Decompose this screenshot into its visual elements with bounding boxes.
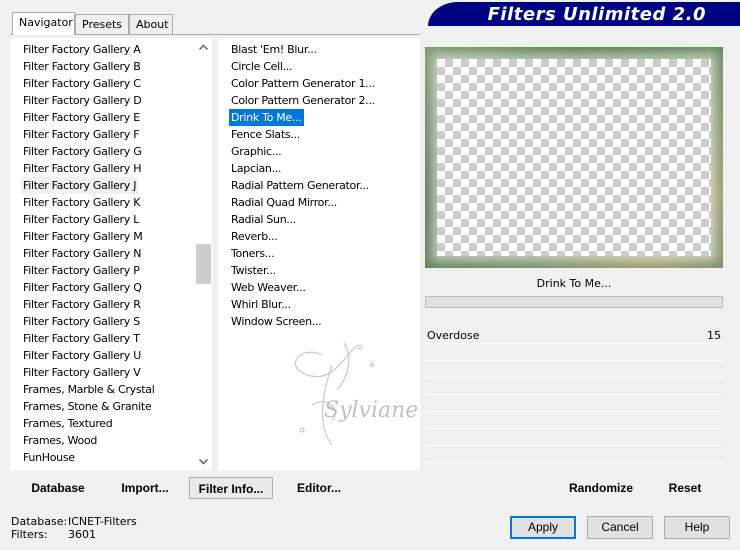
parameter-row-empty (425, 361, 723, 378)
category-item[interactable]: Filter Factory Gallery P (21, 262, 142, 279)
scroll-down-button[interactable] (195, 453, 212, 470)
category-item[interactable]: Frames, Marble & Crystal (21, 381, 156, 398)
editor-button[interactable]: Editor... (288, 477, 350, 499)
tab-presets[interactable]: Presets (75, 14, 129, 34)
parameter-area: Overdose 15 (425, 310, 723, 470)
filter-item[interactable]: Drink To Me... (228, 108, 305, 127)
category-item[interactable]: Filter Factory Gallery S (21, 313, 142, 330)
category-item[interactable]: Filter Factory Gallery L (21, 211, 141, 228)
filters-count: 3601 (68, 528, 96, 541)
category-item[interactable]: Filter Factory Gallery U (21, 347, 143, 364)
filter-item[interactable]: Radial Pattern Generator... (229, 177, 371, 194)
reset-button[interactable]: Reset (658, 477, 712, 499)
chevron-down-icon (199, 458, 208, 465)
category-item[interactable]: Filter Factory Gallery E (21, 109, 142, 126)
category-item[interactable]: Filter Factory Gallery H (21, 160, 143, 177)
category-item[interactable]: Filter Factory Gallery N (21, 245, 143, 262)
filter-item[interactable]: Radial Sun... (229, 211, 298, 228)
filter-item[interactable]: Circle Cell... (229, 58, 294, 75)
filter-item[interactable]: Twister... (229, 262, 278, 279)
category-item[interactable]: Frames, Wood (21, 432, 99, 449)
filter-item[interactable]: Graphic... (229, 143, 283, 160)
filter-item[interactable]: Fence Slats... (229, 126, 302, 143)
preview-filter-name: Drink To Me... (536, 277, 612, 290)
parameter-value: 15 (707, 329, 721, 342)
title-banner: Filters Unlimited 2.0 (428, 2, 740, 26)
parameter-row-empty (425, 412, 723, 429)
filter-item[interactable]: Window Screen... (229, 313, 323, 330)
category-item[interactable]: Filter Factory Gallery M (21, 228, 144, 245)
category-item[interactable]: Filter Factory Gallery B (21, 58, 142, 75)
filter-item[interactable]: Color Pattern Generator 1... (229, 75, 377, 92)
filter-item[interactable]: Web Weaver... (229, 279, 308, 296)
parameter-row-empty (425, 429, 723, 446)
filter-item[interactable]: Lapcian... (229, 160, 283, 177)
parameter-header-bar (425, 296, 723, 308)
parameter-label: Overdose (427, 329, 480, 342)
parameter-row-empty (425, 344, 723, 361)
preview-frame (425, 47, 723, 268)
category-item[interactable]: Filter Factory Gallery C (21, 75, 143, 92)
filter-item[interactable]: Whirl Blur... (229, 296, 293, 313)
category-item[interactable]: Filter Factory Gallery J (21, 177, 139, 194)
tab-about[interactable]: About (129, 14, 173, 34)
filter-info-button[interactable]: Filter Info... (189, 477, 273, 499)
database-value: ICNET-Filters (68, 515, 137, 528)
category-item[interactable]: Frames, Stone & Granite (21, 398, 153, 415)
preview-transparent-area (437, 59, 711, 256)
parameter-row-empty (425, 446, 723, 463)
category-item[interactable]: FunHouse (21, 449, 77, 466)
database-button[interactable]: Database (22, 477, 94, 499)
parameter-row-empty (425, 395, 723, 412)
help-button[interactable]: Help (664, 516, 730, 539)
filters-label: Filters: (11, 528, 48, 541)
filter-item[interactable]: Blast 'Em! Blur... (229, 41, 319, 58)
watermark-signature: Sylviane (294, 342, 418, 446)
filter-item[interactable]: Radial Quad Mirror... (229, 194, 339, 211)
chevron-up-icon (199, 43, 208, 50)
cancel-button[interactable]: Cancel (587, 516, 653, 539)
randomize-button[interactable]: Randomize (562, 477, 640, 499)
category-item[interactable]: Filter Factory Gallery G (21, 143, 143, 160)
parameter-row[interactable]: Overdose 15 (425, 327, 723, 344)
category-item[interactable]: Filter Factory Gallery Q (21, 279, 144, 296)
tab-navigator[interactable]: Navigator (12, 12, 75, 35)
category-list[interactable]: Filter Factory Gallery A Filter Factory G… (10, 38, 212, 470)
scroll-up-button[interactable] (195, 38, 212, 55)
category-scrollbar[interactable] (195, 38, 212, 470)
category-item[interactable]: Filter Factory Gallery V (21, 364, 142, 381)
watermark-text: Sylviane (324, 398, 418, 423)
apply-button[interactable]: Apply (510, 516, 576, 539)
filter-item[interactable]: Color Pattern Generator 2... (229, 92, 377, 109)
category-item[interactable]: Filter Factory Gallery R (21, 296, 143, 313)
category-item[interactable]: Filter Factory Gallery D (21, 92, 143, 109)
import-button[interactable]: Import... (112, 477, 178, 499)
category-item[interactable]: Filter Factory Gallery K (21, 194, 142, 211)
category-item[interactable]: Filter Factory Gallery A (21, 41, 142, 58)
database-label: Database: (11, 515, 68, 528)
scroll-thumb[interactable] (196, 244, 211, 284)
parameter-row-empty (425, 378, 723, 395)
filter-item[interactable]: Toners... (229, 245, 276, 262)
category-item[interactable]: Frames, Textured (21, 415, 114, 432)
app-title: Filters Unlimited 2.0 (487, 3, 706, 25)
category-item[interactable]: Filter Factory Gallery T (21, 330, 142, 347)
category-item[interactable]: Filter Factory Gallery F (21, 126, 141, 143)
filter-item[interactable]: Reverb... (229, 228, 280, 245)
